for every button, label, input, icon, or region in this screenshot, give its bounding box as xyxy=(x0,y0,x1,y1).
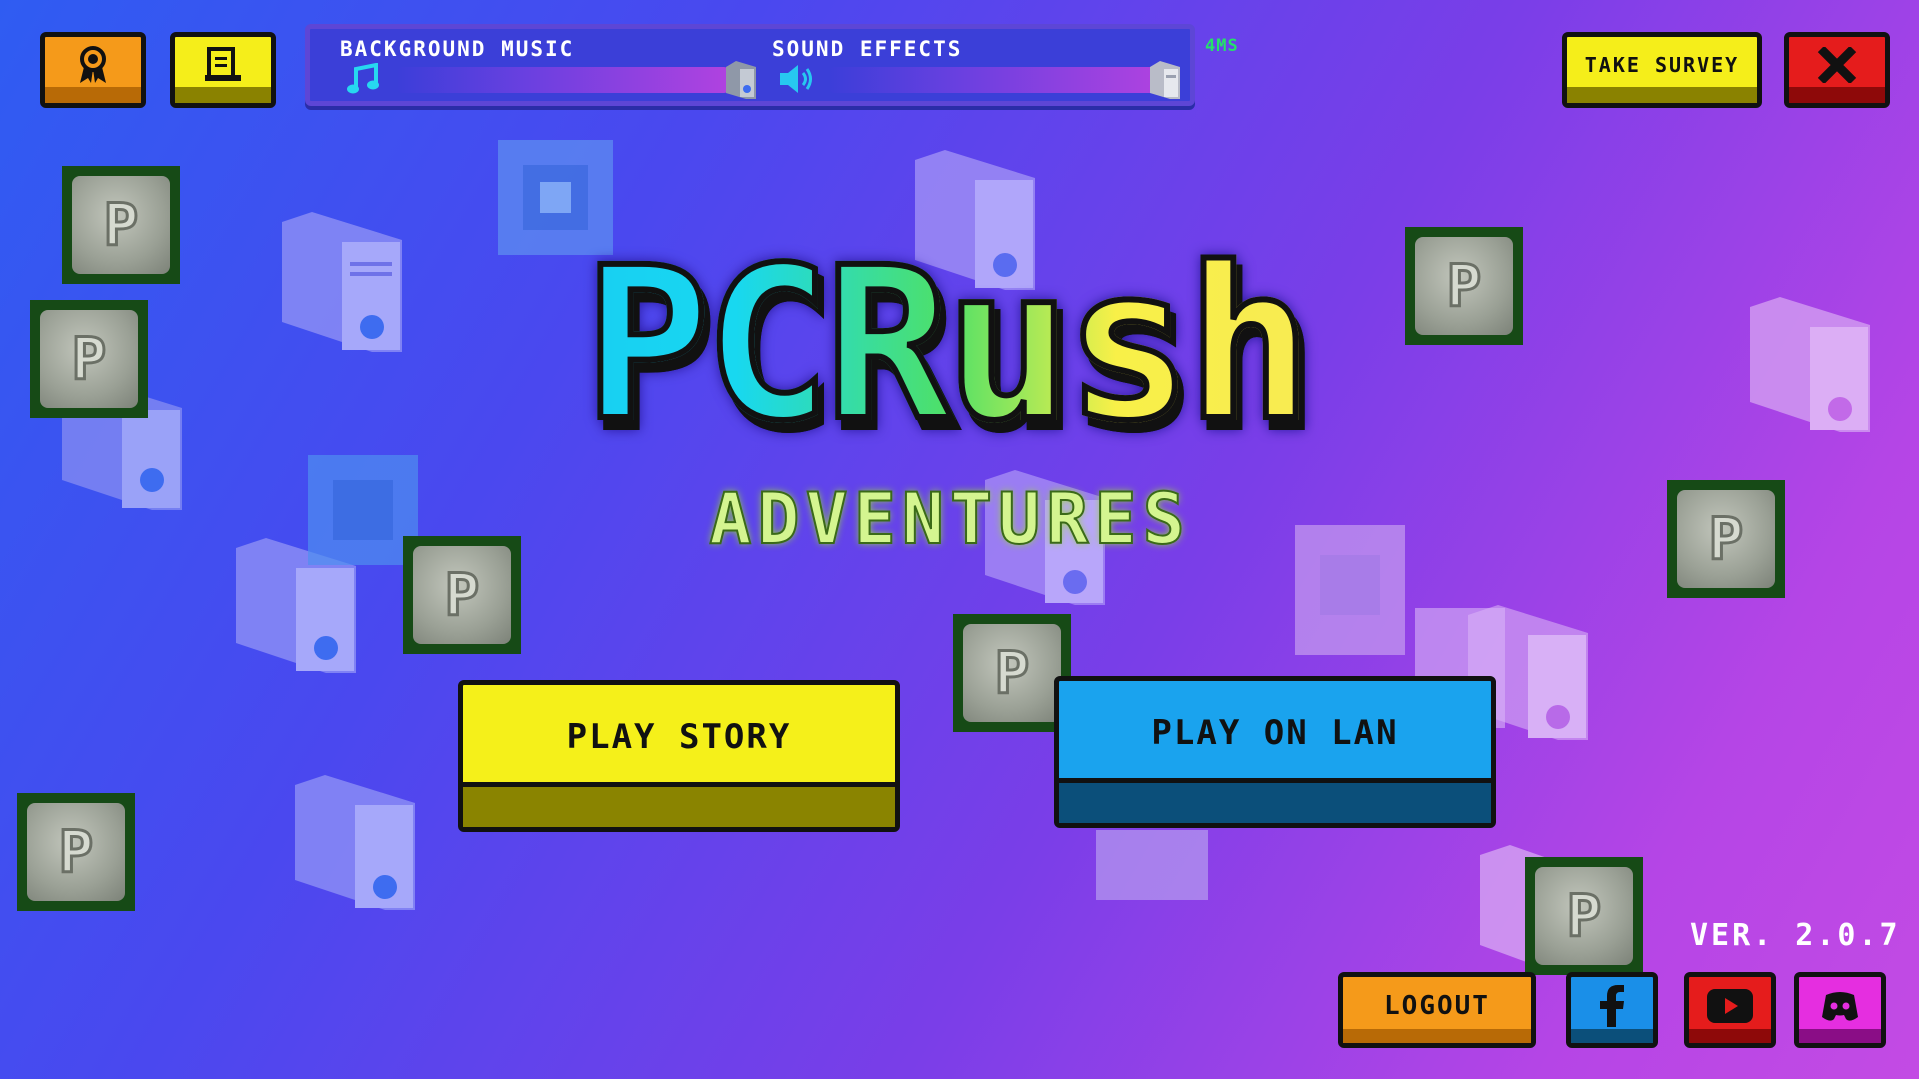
youtube-button[interactable] xyxy=(1684,972,1776,1048)
p-coin: P xyxy=(62,166,180,284)
p-coin-face: P xyxy=(40,310,138,408)
music-note-icon xyxy=(347,63,379,94)
logout-label: LOGOUT xyxy=(1384,991,1490,1021)
p-coin: P xyxy=(1525,857,1643,975)
scroll-icon xyxy=(175,37,271,93)
p-coin: P xyxy=(1405,227,1523,345)
youtube-icon xyxy=(1689,977,1771,1035)
sfx-volume-slider[interactable] xyxy=(830,67,1162,93)
p-coin: P xyxy=(403,536,521,654)
discord-button[interactable] xyxy=(1794,972,1886,1048)
play-story-button[interactable]: PLAY STORY xyxy=(458,680,900,832)
play-on-lan-button[interactable]: PLAY ON LAN xyxy=(1054,676,1496,828)
circuit-chip-decoration xyxy=(308,455,418,565)
speaker-icon xyxy=(780,65,812,93)
play-story-label: PLAY STORY xyxy=(566,717,792,757)
music-volume-knob[interactable] xyxy=(726,61,756,99)
achievements-button[interactable] xyxy=(40,32,146,108)
pc-tower-decoration xyxy=(282,212,402,352)
p-coin-face: P xyxy=(413,546,511,644)
p-coin: P xyxy=(30,300,148,418)
p-coin-face: P xyxy=(27,803,125,901)
award-ribbon-icon xyxy=(45,37,141,93)
circuit-chip-decoration xyxy=(1096,830,1208,900)
pc-tower-decoration xyxy=(1750,297,1870,432)
audio-settings-panel: BACKGROUND MUSIC SOUND EFFECTS xyxy=(305,24,1195,106)
close-button[interactable] xyxy=(1784,32,1890,108)
changelog-button[interactable] xyxy=(170,32,276,108)
p-coin-face: P xyxy=(1677,490,1775,588)
p-coin: P xyxy=(17,793,135,911)
ping-indicator: 4MS xyxy=(1205,36,1239,56)
facebook-button[interactable] xyxy=(1566,972,1658,1048)
take-survey-button[interactable]: TAKE SURVEY xyxy=(1562,32,1762,108)
background-music-label: BACKGROUND MUSIC xyxy=(340,37,575,61)
pc-tower-decoration xyxy=(295,775,415,910)
game-title: PCRush xyxy=(470,237,1420,453)
discord-icon xyxy=(1799,977,1881,1035)
sfx-volume-knob[interactable] xyxy=(1150,61,1180,99)
game-subtitle: ADVENTURES xyxy=(708,477,1191,561)
facebook-icon xyxy=(1571,977,1653,1035)
music-volume-slider[interactable] xyxy=(398,67,728,93)
logout-button[interactable]: LOGOUT xyxy=(1338,972,1536,1048)
p-coin-face: P xyxy=(1415,237,1513,335)
circuit-chip-decoration xyxy=(1295,525,1405,655)
take-survey-label: TAKE SURVEY xyxy=(1584,53,1740,77)
sound-effects-label: SOUND EFFECTS xyxy=(772,37,963,61)
p-coin-face: P xyxy=(1535,867,1633,965)
p-coin-face: P xyxy=(963,624,1061,722)
p-coin-face: P xyxy=(72,176,170,274)
close-x-icon xyxy=(1789,37,1885,93)
play-on-lan-label: PLAY ON LAN xyxy=(1151,713,1399,753)
p-coin: P xyxy=(1667,480,1785,598)
version-label: VER. 2.0.7 xyxy=(1690,918,1901,953)
